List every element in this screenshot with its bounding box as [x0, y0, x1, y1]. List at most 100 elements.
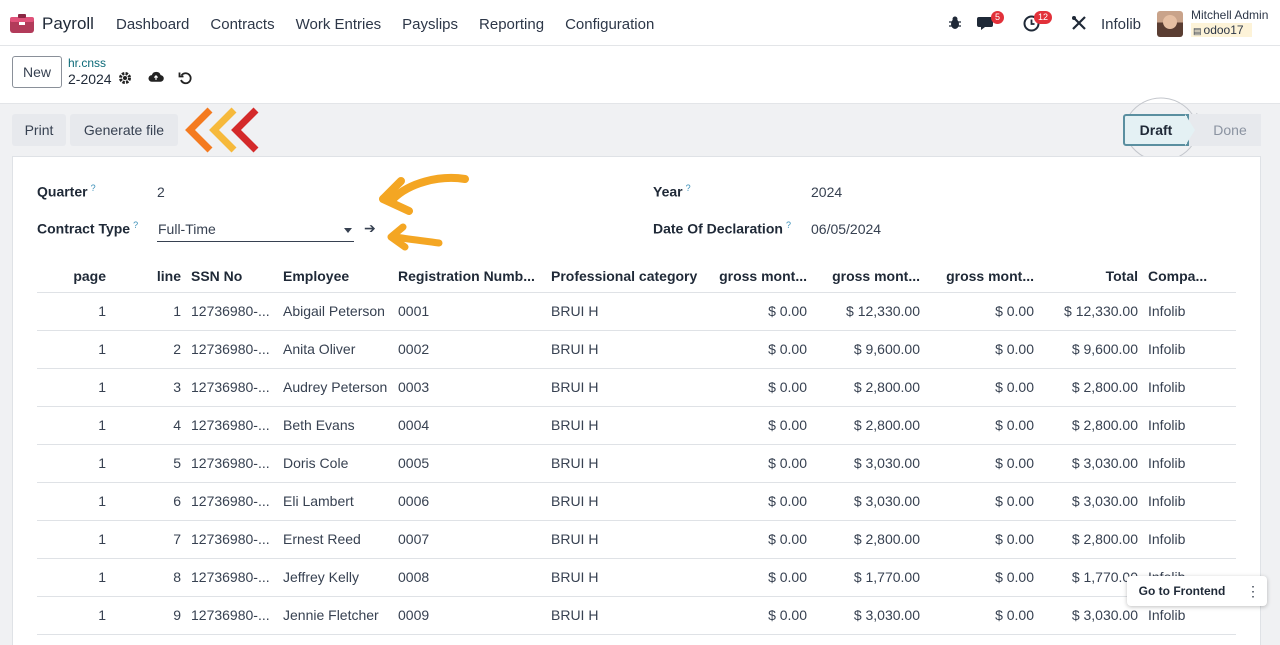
cell-gross-1: $ 0.00 [768, 341, 807, 357]
table-row[interactable]: 1 4 12736980-... Beth Evans 0004 BRUI H $ 0.00… [37, 407, 1236, 445]
cell-page: 1 [98, 303, 106, 319]
col-gross-1[interactable]: gross mont... [711, 268, 807, 284]
cell-gross-2: $ 3,030.00 [853, 493, 920, 509]
cell-gross-3: $ 0.00 [995, 493, 1034, 509]
cell-total: $ 12,330.00 [1064, 303, 1138, 319]
cell-total: $ 3,030.00 [1071, 455, 1138, 471]
payroll-app-icon[interactable] [10, 14, 34, 34]
discard-icon[interactable] [177, 70, 193, 86]
cell-total: $ 3,030.00 [1071, 607, 1138, 623]
table-row[interactable]: 1 3 12736980-... Audrey Peterson 0003 BRUI H $… [37, 369, 1236, 407]
col-page[interactable]: page [37, 268, 106, 284]
pointer-arrow-icon [379, 169, 469, 222]
declaration-date-label-text: Date Of Declaration [653, 220, 783, 237]
col-ssn[interactable]: SSN No [191, 268, 275, 284]
menu-payslips[interactable]: Payslips [402, 16, 458, 33]
save-cloud-icon[interactable] [148, 69, 164, 85]
go-to-frontend-button[interactable]: Go to Frontend [1127, 576, 1237, 606]
cell-employee: Doris Cole [283, 455, 349, 471]
contract-type-select[interactable]: Full-Time [157, 218, 354, 242]
cell-company: Infolib [1148, 417, 1186, 433]
arrow-right-icon[interactable]: ➔ [364, 220, 376, 237]
col-professional-category[interactable]: Professional category [551, 268, 703, 284]
quarter-field[interactable]: 2 [157, 184, 165, 200]
kebab-menu-icon[interactable]: ⋮ [1241, 576, 1265, 606]
menu-configuration[interactable]: Configuration [565, 16, 654, 33]
state-arrow [1185, 114, 1195, 146]
cell-page: 1 [98, 493, 106, 509]
year-help-icon[interactable]: ? [686, 183, 691, 193]
company-switcher[interactable]: Infolib [1101, 16, 1141, 33]
cell-total: $ 2,800.00 [1071, 417, 1138, 433]
declaration-date-help-icon[interactable]: ? [786, 220, 791, 230]
cell-professional-category: BRUI H [551, 531, 599, 547]
cell-ssn: 12736980-... [191, 455, 270, 471]
state-done[interactable]: Done [1189, 114, 1261, 146]
table-row[interactable]: 1 5 12736980-... Doris Cole 0005 BRUI H $ 0.00… [37, 445, 1236, 483]
cell-professional-category: BRUI H [551, 455, 599, 471]
col-gross-2[interactable]: gross mont... [824, 268, 920, 284]
contract-type-help-icon[interactable]: ? [133, 220, 138, 230]
control-panel: New hr.cnss 2-2024 [0, 46, 1280, 104]
year-field[interactable]: 2024 [811, 184, 842, 200]
declaration-date-field[interactable]: 06/05/2024 [811, 221, 881, 237]
cell-total: $ 2,800.00 [1071, 379, 1138, 395]
col-line[interactable]: line [117, 268, 181, 284]
state-draft[interactable]: Draft [1123, 114, 1189, 146]
table-row[interactable]: 1 2 12736980-... Anita Oliver 0002 BRUI H $ 0.… [37, 331, 1236, 369]
col-registration[interactable]: Registration Numb... [398, 268, 544, 284]
cell-page: 1 [98, 455, 106, 471]
cell-registration: 0002 [398, 341, 430, 357]
menu-contracts[interactable]: Contracts [210, 16, 274, 33]
menu-work-entries[interactable]: Work Entries [296, 16, 382, 33]
table-row[interactable]: 1 6 12736980-... Eli Lambert 0006 BRUI H $ 0.0… [37, 483, 1236, 521]
cell-employee: Ernest Reed [283, 531, 361, 547]
generate-file-button[interactable]: Generate file [70, 114, 178, 146]
user-name[interactable]: Mitchell Admin [1191, 8, 1268, 22]
app-brand[interactable]: Payroll [42, 14, 94, 34]
table-row[interactable]: 1 8 12736980-... Jeffrey Kelly 0008 BRUI H $ 0… [37, 559, 1236, 597]
cell-professional-category: BRUI H [551, 417, 599, 433]
status-bar: Done Draft [1123, 114, 1261, 146]
breadcrumb-model-link[interactable]: hr.cnss [68, 56, 106, 70]
cell-page: 1 [98, 531, 106, 547]
cell-registration: 0007 [398, 531, 430, 547]
user-avatar[interactable] [1157, 11, 1183, 37]
contract-type-value: Full-Time [158, 221, 216, 237]
tools-icon[interactable] [1071, 15, 1087, 34]
database-icon: ▤ [1193, 26, 1202, 36]
table-row[interactable]: 1 1 12736980-... Abigail Peterson 0001 BRUI H… [37, 293, 1236, 331]
col-total[interactable]: Total [1052, 268, 1138, 284]
cell-company: Infolib [1148, 379, 1186, 395]
cell-professional-category: BRUI H [551, 607, 599, 623]
breadcrumb-record: 2-2024 [68, 71, 112, 87]
new-button[interactable]: New [12, 56, 62, 88]
top-navbar: Payroll Dashboard Contracts Work Entries… [0, 0, 1280, 46]
cell-gross-3: $ 0.00 [995, 607, 1034, 623]
cell-registration: 0005 [398, 455, 430, 471]
table-row[interactable]: 1 7 12736980-... Ernest Reed 0007 BRUI H $ 0.0… [37, 521, 1236, 559]
table-row[interactable]: 1 9 12736980-... Jennie Fletcher 0009 BRUI H $… [37, 597, 1236, 635]
status-row: Print Generate file Done Draft [0, 97, 1280, 162]
quarter-help-icon[interactable]: ? [91, 183, 96, 193]
col-company[interactable]: Compa... [1148, 268, 1218, 284]
col-gross-3[interactable]: gross mont... [938, 268, 1034, 284]
menu-reporting[interactable]: Reporting [479, 16, 544, 33]
cell-line: 4 [173, 417, 181, 433]
cell-total: $ 1,770.00 [1071, 569, 1138, 585]
contract-type-label-text: Contract Type [37, 220, 131, 237]
cell-employee: Eli Lambert [283, 493, 354, 509]
bug-icon[interactable] [947, 15, 963, 34]
gear-icon[interactable] [117, 70, 133, 86]
cell-gross-2: $ 2,800.00 [853, 531, 920, 547]
database-label: odoo17 [1203, 23, 1244, 37]
cell-gross-2: $ 2,800.00 [853, 379, 920, 395]
cell-registration: 0001 [398, 303, 430, 319]
print-button[interactable]: Print [12, 114, 66, 146]
col-employee[interactable]: Employee [283, 268, 391, 284]
cell-gross-3: $ 0.00 [995, 303, 1034, 319]
cell-gross-1: $ 0.00 [768, 303, 807, 319]
main-menu: Dashboard Contracts Work Entries Payslip… [116, 16, 675, 33]
menu-dashboard[interactable]: Dashboard [116, 16, 189, 33]
cell-company: Infolib [1148, 303, 1186, 319]
